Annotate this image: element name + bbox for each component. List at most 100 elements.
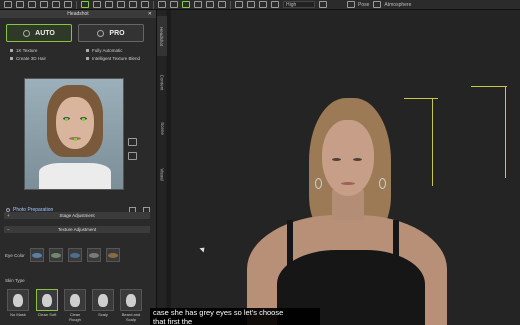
view-icon[interactable] — [247, 1, 255, 8]
head-icon — [42, 293, 52, 307]
checkbox-icon — [86, 57, 89, 60]
render-icon[interactable] — [319, 1, 327, 8]
skin-thumbnail — [64, 289, 86, 311]
close-icon[interactable]: ✕ — [148, 10, 152, 18]
atmosphere-icon[interactable] — [373, 1, 382, 8]
select-icon[interactable] — [182, 1, 190, 8]
expand-icon: + — [7, 213, 10, 218]
tab-label: Scene — [159, 121, 165, 135]
options-list: 1K Texture Fully Automatic Create 3D Hai… — [0, 42, 156, 61]
skin-type-clean-rough[interactable]: Clean Rough — [64, 289, 86, 322]
auto-mode-button[interactable]: AUTO — [6, 24, 72, 42]
tab-headshot[interactable]: Headshot — [157, 16, 167, 56]
character-icon[interactable] — [93, 1, 101, 8]
settings-icon[interactable] — [64, 1, 72, 8]
scale-icon[interactable] — [218, 1, 226, 8]
option-fully-automatic[interactable]: Fully Automatic — [86, 48, 154, 53]
camera-icon[interactable] — [235, 1, 243, 8]
toolbar-divider — [153, 0, 154, 9]
open-icon[interactable] — [16, 1, 24, 8]
top-strap-left — [287, 220, 293, 265]
3d-viewport[interactable] — [167, 10, 520, 325]
pro-icon — [97, 29, 105, 37]
pro-mode-label: PRO — [109, 29, 125, 37]
quality-select[interactable]: High — [283, 1, 315, 8]
skin-type-scaly[interactable]: Scaly — [92, 289, 114, 318]
earring-right — [379, 178, 386, 189]
headshot-panel: Headshot ✕ AUTO PRO 1K Texture Fully Aut… — [0, 10, 156, 325]
guide-line — [505, 86, 506, 178]
eye-color-option[interactable] — [87, 248, 101, 262]
pro-mode-button[interactable]: PRO — [78, 24, 144, 42]
option-intelligent-texture-blend[interactable]: Intelligent Texture Blend — [86, 56, 154, 61]
option-create-3d-hair[interactable]: Create 3D Hair — [10, 56, 78, 61]
texture-adjustment-section[interactable]: − Texture Adjustment — [4, 226, 150, 233]
section-title: Texture Adjustment — [57, 227, 97, 232]
atmosphere-label[interactable]: Atmosphere — [384, 2, 411, 8]
checkbox-icon — [86, 49, 89, 52]
skin-thumbnail — [36, 289, 58, 311]
eye-color-option[interactable] — [49, 248, 63, 262]
head-icon — [13, 293, 23, 307]
subtitle-line-1: case she has grey eyes so let's choose — [150, 308, 320, 317]
new-icon[interactable] — [4, 1, 12, 8]
eye-preview-icon — [51, 252, 61, 258]
skin-thumbnail — [120, 289, 142, 311]
guide-line — [471, 86, 507, 87]
head-icon — [126, 293, 136, 307]
panel-title: Headshot — [67, 11, 89, 17]
tab-visual[interactable]: Visual — [157, 154, 167, 194]
load-photo-icon[interactable] — [128, 138, 137, 146]
panel-header: Headshot ✕ — [0, 10, 156, 18]
eye-preview-icon — [89, 252, 99, 258]
redo-icon[interactable] — [170, 1, 178, 8]
undo-icon[interactable] — [158, 1, 166, 8]
character-mouth — [341, 182, 355, 185]
headshot-icon[interactable] — [81, 1, 89, 8]
skin-thumbnail — [92, 289, 114, 311]
mouse-cursor-icon — [199, 245, 207, 253]
eye-color-option[interactable] — [106, 248, 120, 262]
morph-icon[interactable] — [129, 1, 137, 8]
auto-icon — [23, 29, 31, 37]
option-label: 1K Texture — [16, 48, 38, 53]
toolbar-divider — [76, 0, 77, 9]
skin-type-name: Beard and Scalp — [121, 312, 141, 322]
guide-line — [432, 98, 433, 186]
skin-type-beard-and-scalp[interactable]: Beard and Scalp — [120, 289, 142, 322]
eye-color-label: Eye Color — [5, 253, 25, 258]
mode-selector: AUTO PRO — [0, 18, 156, 42]
clear-photo-icon[interactable] — [128, 152, 137, 160]
landmark-marker[interactable] — [74, 138, 77, 141]
grid-icon[interactable] — [105, 1, 113, 8]
export-icon[interactable] — [52, 1, 60, 8]
skin-type-clean-soft[interactable]: Clean Soft — [36, 289, 58, 318]
save-icon[interactable] — [28, 1, 36, 8]
eye-color-option[interactable] — [68, 248, 82, 262]
eye-color-option[interactable] — [30, 248, 44, 262]
cloth-icon[interactable] — [141, 1, 149, 8]
skin-type-no-mask[interactable]: No Mask — [7, 289, 29, 318]
photo-side-tools — [128, 138, 137, 160]
move-icon[interactable] — [194, 1, 202, 8]
rotate-icon[interactable] — [206, 1, 214, 8]
subtitle-line-2: that first the — [150, 317, 320, 325]
skin-type-name: No Mask — [10, 312, 26, 317]
landmark-marker[interactable] — [82, 118, 85, 121]
photo-face — [56, 97, 94, 149]
layers-icon[interactable] — [117, 1, 125, 8]
skin-type-name: Clean Soft — [37, 312, 57, 317]
light-icon[interactable] — [271, 1, 279, 8]
option-label: Create 3D Hair — [16, 56, 47, 61]
frame-icon[interactable] — [259, 1, 267, 8]
collapse-icon: − — [7, 227, 10, 232]
skin-thumbnail — [7, 289, 29, 311]
tab-scene[interactable]: Scene — [157, 108, 167, 148]
pose-label[interactable]: Pose — [358, 2, 369, 8]
landmark-marker[interactable] — [65, 118, 68, 121]
pose-icon[interactable] — [347, 1, 355, 8]
import-icon[interactable] — [40, 1, 48, 8]
stage-adjustment-section[interactable]: + Stage Adjustment — [4, 212, 150, 219]
tab-content[interactable]: Content — [157, 62, 167, 102]
option-1k-texture[interactable]: 1K Texture — [10, 48, 78, 53]
